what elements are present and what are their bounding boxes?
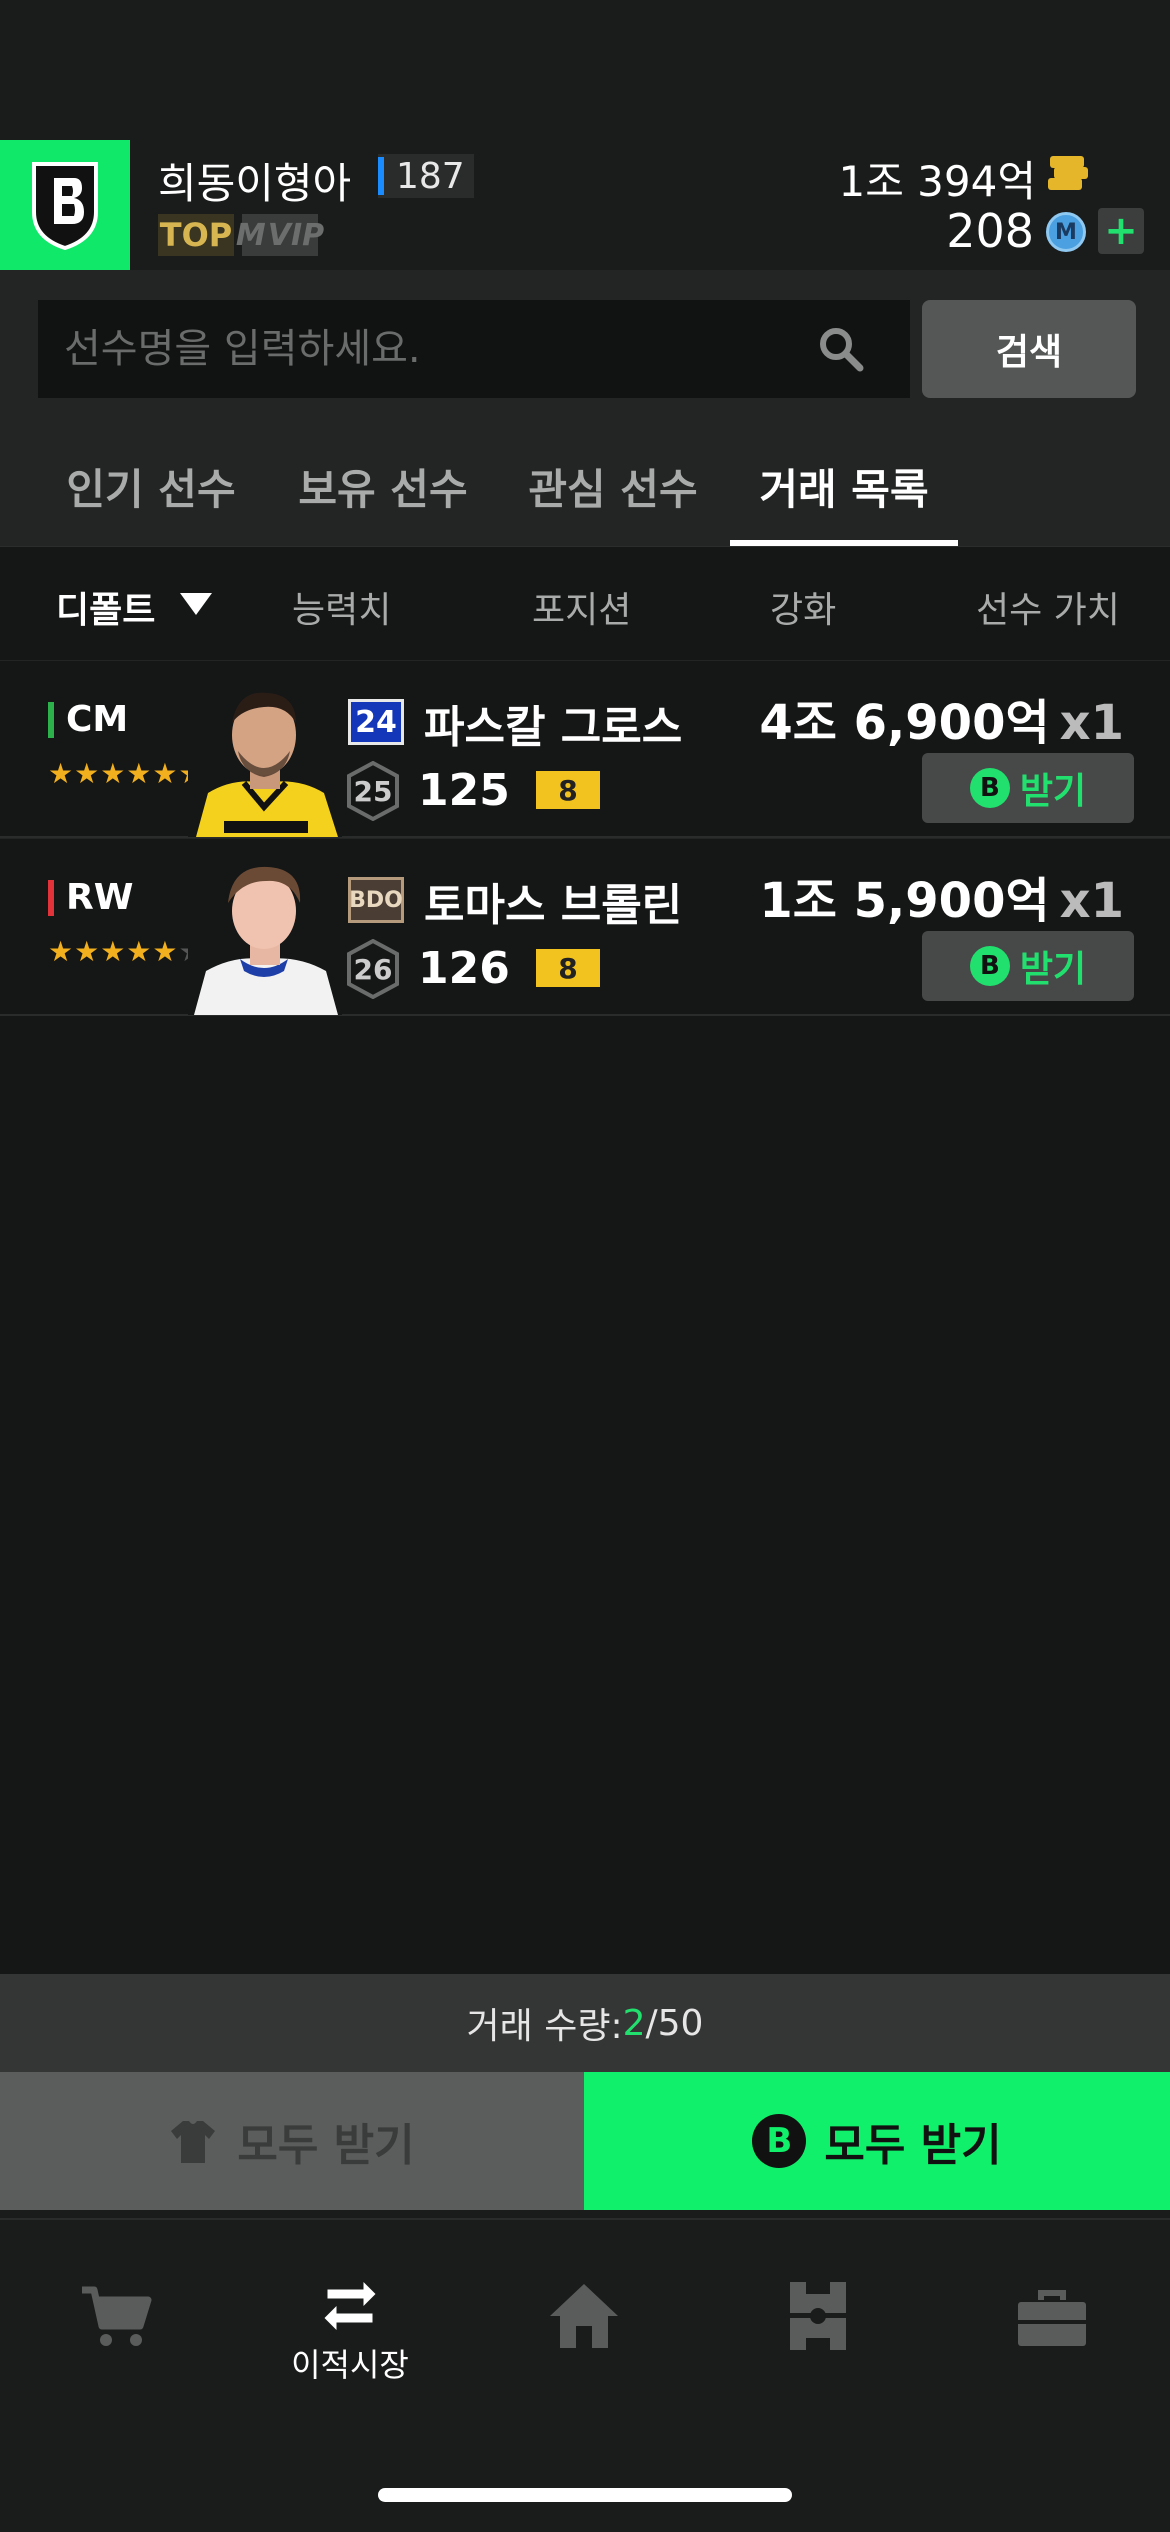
- receive-button[interactable]: B 받기: [922, 753, 1134, 823]
- nav-transfer-label: 이적시장: [291, 2346, 409, 2384]
- position-label: CM: [48, 699, 128, 740]
- tab-watchlist-players[interactable]: 관심 선수: [508, 440, 718, 546]
- trade-row[interactable]: RW ★★★★★★ BDO 토마스 브롤린 26 126 8 1조 5,900억…: [0, 838, 1170, 1016]
- position-text: CM: [66, 699, 129, 740]
- tab-popular-players[interactable]: 인기 선수: [46, 440, 256, 546]
- m-amount: 208: [946, 204, 1034, 258]
- receive-label: 받기: [1019, 949, 1087, 990]
- receive-all-bp-label: 모두 받기: [824, 2120, 1002, 2171]
- search-panel: 검색 인기 선수 보유 선수 관심 선수 거래 목록: [0, 270, 1170, 546]
- tab-label: 보유 선수: [298, 465, 468, 514]
- season-badge: BDO: [348, 877, 404, 923]
- top-tag: TOP: [158, 214, 234, 256]
- m-coin-icon: M: [1046, 212, 1086, 252]
- bp-amount-text: 1조 394억: [838, 157, 1036, 206]
- position-label: RW: [48, 877, 133, 918]
- trade-row[interactable]: CM ★★★★★★ 24 파스칼 그로스 25 125 8 4조 6,900억 x…: [0, 660, 1170, 838]
- bp-icon: B: [752, 2114, 807, 2168]
- sort-bar: 디폴트 능력치 포지션 강화 선수 가치: [0, 546, 1170, 660]
- sort-default[interactable]: 디폴트: [56, 581, 155, 633]
- level-badge: 187: [378, 154, 474, 198]
- season-badge: 24: [348, 699, 404, 745]
- search-icon[interactable]: [816, 324, 866, 374]
- profile-header: 희동이형아 187 TOP M VIP 1조 394억 208 M +: [0, 140, 1170, 270]
- quantity: x1: [1059, 873, 1124, 929]
- receive-all-items-label: 모두 받기: [237, 2120, 415, 2171]
- nav-shop[interactable]: [36, 2276, 196, 2396]
- tab-trade-list[interactable]: 거래 목록: [730, 440, 958, 546]
- nav-squad[interactable]: [738, 2276, 898, 2396]
- transfer-arrows-icon: [324, 2282, 376, 2330]
- vip-tag-label: VIP: [267, 217, 325, 253]
- position-text: RW: [66, 877, 134, 918]
- player-portrait: [188, 681, 342, 837]
- overall-rating: 126: [418, 943, 510, 994]
- sort-position[interactable]: 포지션: [532, 581, 631, 633]
- position-color-bar: [48, 879, 54, 916]
- hex-badge: 25: [346, 760, 400, 822]
- receive-label: 받기: [1019, 771, 1087, 812]
- home-icon: [550, 2284, 618, 2348]
- nav-inventory[interactable]: [972, 2276, 1132, 2396]
- search-button[interactable]: 검색: [922, 300, 1136, 398]
- level-bar: [378, 157, 384, 195]
- bp-icon: B: [969, 768, 1010, 808]
- price-value: 1조 5,900억: [759, 873, 1050, 929]
- tab-owned-players[interactable]: 보유 선수: [278, 440, 488, 546]
- player-portrait: [188, 859, 342, 1015]
- tab-label: 관심 선수: [528, 465, 698, 514]
- position-color-bar: [48, 701, 54, 738]
- enhance-grade-badge: 8: [536, 949, 600, 987]
- level-value: 187: [396, 155, 465, 197]
- sort-enhance[interactable]: 강화: [770, 581, 836, 633]
- trade-list: CM ★★★★★★ 24 파스칼 그로스 25 125 8 4조 6,900억 x…: [0, 660, 1170, 1974]
- price: 1조 5,900억 x1: [759, 861, 1124, 931]
- player-name: 파스칼 그로스: [424, 702, 683, 753]
- enhance-grade-badge: 8: [536, 771, 600, 809]
- player-name: 토마스 브롤린: [424, 880, 683, 931]
- trade-count-max: /50: [645, 2002, 704, 2044]
- nav-home[interactable]: [504, 2276, 664, 2396]
- coin-stack-icon: [1048, 156, 1088, 192]
- bp-icon: B: [969, 946, 1010, 986]
- status-bar-area: [0, 0, 1170, 140]
- hex-badge: 26: [346, 938, 400, 1000]
- tab-label: 거래 목록: [759, 465, 929, 514]
- quantity: x1: [1059, 695, 1124, 751]
- star-rating: ★★★★★★: [48, 757, 205, 790]
- jersey-icon: [171, 2121, 216, 2163]
- sort-dropdown-arrow-icon[interactable]: [180, 593, 212, 615]
- cart-icon: [82, 2286, 152, 2346]
- hex-value: 26: [353, 952, 393, 986]
- price: 4조 6,900억 x1: [759, 683, 1124, 753]
- bp-amount: 1조 394억: [838, 148, 1036, 209]
- receive-all-bp-button[interactable]: B 모두 받기: [584, 2072, 1170, 2210]
- tab-label: 인기 선수: [66, 465, 236, 514]
- receive-all-items-button[interactable]: 모두 받기: [0, 2072, 584, 2210]
- nickname: 희동이형아: [158, 159, 352, 208]
- tab-bar: 인기 선수 보유 선수 관심 선수 거래 목록: [0, 440, 1170, 546]
- receive-button[interactable]: B 받기: [922, 931, 1134, 1001]
- trade-count-label: 거래 수량:: [466, 2006, 623, 2047]
- locker-icon: [1018, 2290, 1086, 2346]
- sort-ability[interactable]: 능력치: [292, 581, 391, 633]
- vip-tag: M VIP: [236, 214, 324, 256]
- shield-logo-icon: [32, 162, 98, 250]
- star-rating: ★★★★★★: [48, 935, 204, 968]
- home-indicator: [378, 2488, 792, 2502]
- add-currency-button[interactable]: +: [1098, 208, 1144, 254]
- pitch-icon: [790, 2282, 846, 2350]
- overall-rating: 125: [418, 765, 510, 816]
- nav-transfer-market[interactable]: 이적시장: [270, 2276, 430, 2396]
- price-value: 4조 6,900억: [759, 695, 1050, 751]
- bottom-nav: 이적시장: [0, 2218, 1170, 2532]
- club-logo[interactable]: [0, 140, 130, 270]
- hex-value: 25: [353, 774, 393, 808]
- trade-count-current: 2: [622, 2002, 646, 2044]
- trade-count-bar: 거래 수량: 2 /50: [0, 1974, 1170, 2072]
- sort-player-value[interactable]: 선수 가치: [976, 581, 1120, 633]
- player-search-input[interactable]: [38, 300, 910, 398]
